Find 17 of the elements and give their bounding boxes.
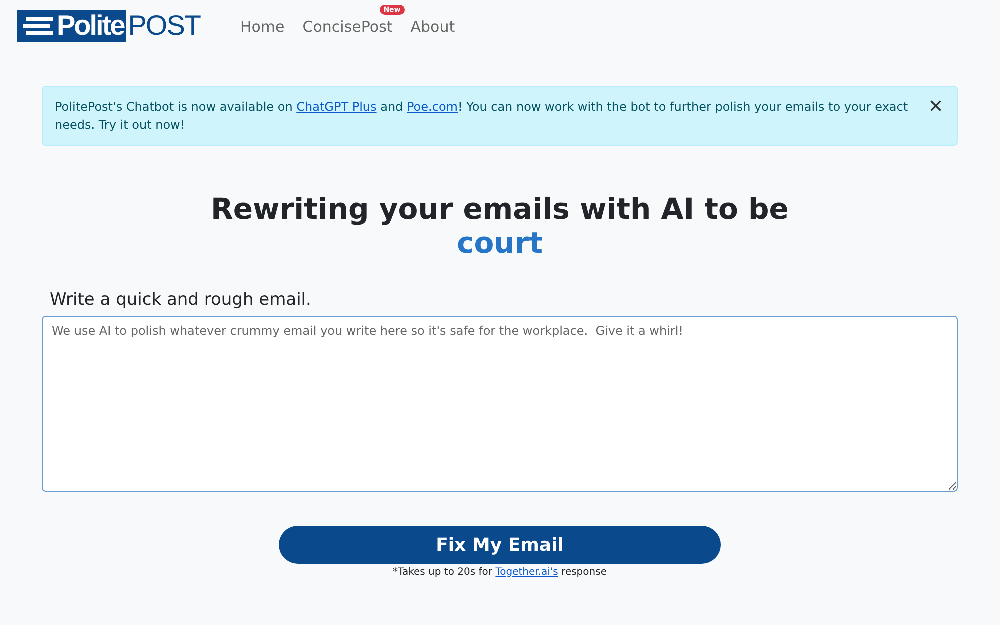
nav-link[interactable]: Home [240, 18, 285, 36]
email-input[interactable]: We use AI to polish whatever crummy email you write here so it's safe for the workplace. Give it a whirl! [42, 316, 958, 492]
link[interactable]: Together.ai's [496, 567, 558, 578]
nav-link[interactable]: ConcisePost [302, 18, 393, 36]
rotating-word: court [456, 226, 544, 260]
announcement-text: PolitePost's Chatbot is now available on ChatGPT Plus and Poe.com! You can now work with the bot to further polish your emails to your exact needs. Try it out now! [55, 100, 908, 132]
logo-text: POST [127, 10, 200, 42]
stripes-icon [23, 16, 53, 36]
timing-note: *Takes up to 20s for Together.ai's response [392, 567, 608, 578]
fix-email-button[interactable]: Fix My Email [279, 526, 721, 564]
page-heading: Rewriting your emails with AI to be [210, 192, 790, 226]
logo-boxed-text: Polite [17, 10, 126, 42]
link[interactable]: ChatGPT Plus [296, 100, 377, 114]
email-label: Write a quick and rough email. [50, 290, 312, 310]
nav-link[interactable]: About [410, 18, 456, 36]
link[interactable]: Poe.com [407, 100, 458, 114]
close-button[interactable]: × [924, 95, 947, 119]
